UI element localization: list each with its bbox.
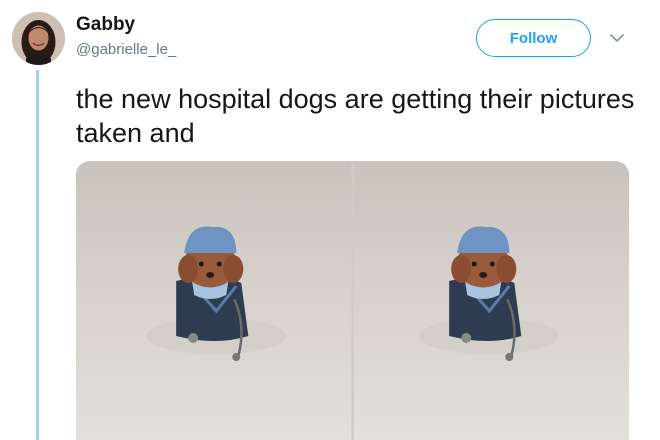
tweet: Gabby @gabrielle_le_ Follow the new hosp… xyxy=(0,0,660,440)
profile-photo-icon xyxy=(12,12,65,65)
avatar[interactable] xyxy=(12,12,65,65)
tweet-menu-button[interactable] xyxy=(607,28,627,48)
follow-button[interactable]: Follow xyxy=(476,19,591,57)
photo-dog-in-scrubs-icon xyxy=(76,161,352,440)
media-grid xyxy=(76,161,629,440)
user-handle[interactable]: @gabrielle_le_ xyxy=(76,41,176,58)
photo-right[interactable] xyxy=(353,161,629,440)
photo-dog-in-scrubs-icon xyxy=(353,161,629,440)
thread-line xyxy=(36,70,39,440)
photo-left[interactable] xyxy=(76,161,352,440)
display-name[interactable]: Gabby xyxy=(76,14,135,36)
chevron-down-icon xyxy=(610,34,624,42)
tweet-text: the new hospital dogs are getting their … xyxy=(76,84,635,148)
